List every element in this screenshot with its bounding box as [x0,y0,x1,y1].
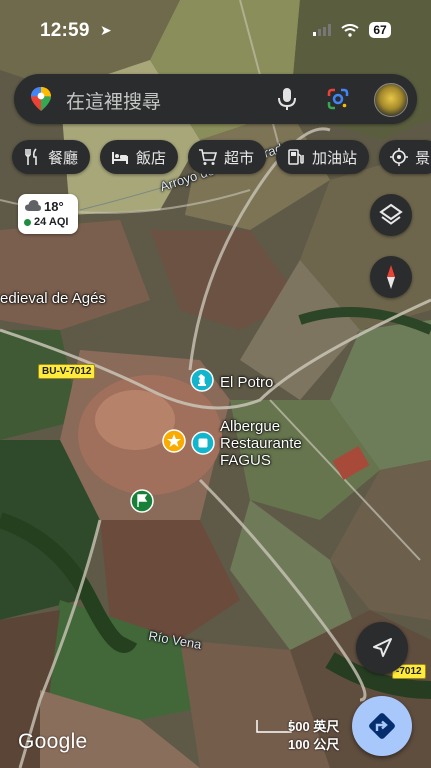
poi-label-albergue[interactable]: Albergue Restaurante FAGUS [220,418,302,469]
poi-marker-el-potro[interactable] [190,368,214,392]
wifi-icon [341,23,359,37]
compass-button[interactable] [370,256,412,298]
weather-widget[interactable]: 18° 24 AQI [18,194,78,234]
status-indicators: 67 [313,22,391,38]
chip-label: 加油站 [312,149,358,167]
chip-gas-stations[interactable]: 加油站 [276,140,370,174]
layers-button[interactable] [370,194,412,236]
poi-marker-albergue[interactable] [191,431,215,455]
my-location-button[interactable] [356,622,408,674]
chip-hotels[interactable]: 飯店 [100,140,179,174]
navigation-arrow-icon [373,638,392,657]
cloud-icon [25,200,41,211]
hotel-icon [112,152,129,164]
compass-icon [387,265,395,289]
status-time: 12:59 [40,20,90,41]
account-avatar[interactable] [374,83,408,117]
google-logo: Google [18,730,88,753]
chip-attractions[interactable]: 景 [379,140,431,174]
scale-feet: 500 英尺 [288,719,340,734]
road-shield: BU-V-7012 [38,364,96,379]
chip-label: 餐廳 [48,149,79,167]
chip-label: 超市 [224,149,255,167]
attraction-icon [390,148,409,166]
place-label[interactable]: edieval de Agés [0,290,106,307]
search-bar[interactable]: 在這裡搜尋 [14,74,417,124]
lodging-icon [198,438,208,448]
chip-label: 飯店 [136,149,167,167]
temperature: 18° [44,199,64,214]
chip-restaurants[interactable]: 餐廳 [12,140,91,174]
directions-icon [369,713,395,739]
category-chips: 餐廳 飯店 超市 加油站 景 [12,140,431,174]
map-scale: 500 英尺 100 公尺 [256,716,346,752]
directions-button[interactable] [352,696,412,756]
poi-marker-flag[interactable] [130,489,154,513]
restaurant-icon [25,148,37,165]
google-lens-icon[interactable] [326,87,350,111]
battery-icon: 67 [369,22,391,38]
google-maps-pin-icon [31,87,51,111]
microphone-icon[interactable] [276,87,298,111]
aqi-status-dot [24,219,31,226]
chip-label: 景 [415,149,431,167]
chip-supermarkets[interactable]: 超市 [188,140,267,174]
scale-meters: 100 公尺 [288,737,340,752]
poi-label-el-potro[interactable]: El Potro [220,374,273,391]
air-quality-index: 24 AQI [34,216,69,228]
location-arrow-icon: ➤ [100,22,112,38]
gas-station-icon [288,149,304,165]
status-bar: 12:59 ➤ 67 [0,0,431,60]
cellular-signal-icon [313,24,331,36]
saved-place-star-marker[interactable] [162,429,186,453]
search-input[interactable]: 在這裡搜尋 [66,87,161,114]
layers-icon [379,203,403,225]
cart-icon [199,149,218,165]
